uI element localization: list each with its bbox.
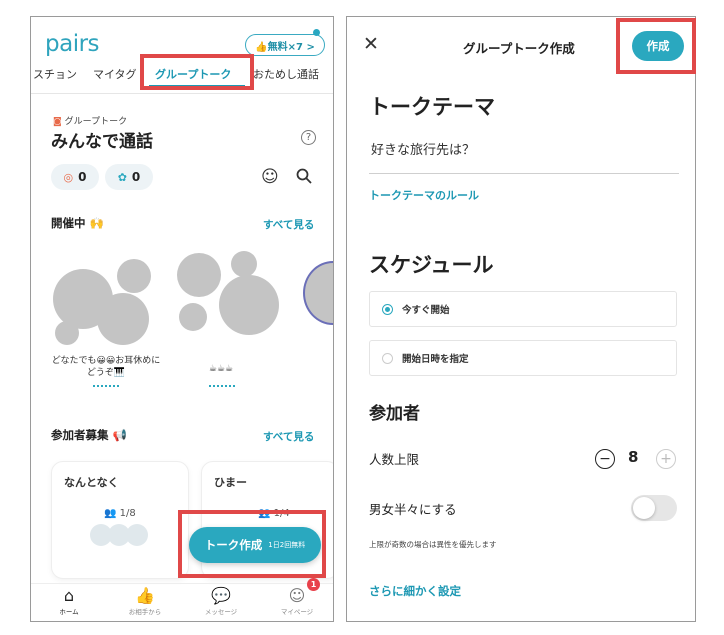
chat-bubble-icon: 💬	[211, 586, 231, 605]
tab-trial-call[interactable]: おためし通話	[253, 66, 319, 82]
room-indicator	[209, 385, 235, 387]
topic-heading: トークテーマ	[369, 95, 495, 119]
note-text: 上限が奇数の場合は異性を優先します	[369, 540, 497, 549]
room-caption: ☕☕☕	[208, 364, 234, 374]
topic-rules-link[interactable]: トークテーマのルール	[369, 187, 479, 203]
mic-count-chip[interactable]: ◎ 0	[51, 164, 99, 190]
topic-input[interactable]: 好きな旅行先は？	[371, 139, 475, 158]
highlight-create-button	[616, 18, 696, 74]
avatar	[97, 293, 149, 345]
divider	[31, 93, 333, 94]
option-label: 開始日時を指定	[402, 354, 469, 365]
nav-likes[interactable]: 👍 お相手から	[115, 586, 175, 616]
schedule-heading: スケジュール	[369, 253, 494, 277]
radio-selected[interactable]	[382, 304, 393, 315]
see-all-live-link[interactable]: すべて見る	[263, 217, 314, 232]
room-caption: どなたでも😀😀お耳休めにどうぞ🎹	[51, 356, 161, 378]
listener-icon: ✿	[117, 170, 127, 184]
toggle-knob	[633, 497, 655, 519]
decrease-button[interactable]: −	[595, 449, 615, 469]
notification-dot	[313, 29, 320, 36]
more-settings-link[interactable]: さらに細かく設定	[369, 583, 461, 599]
listener-count-chip[interactable]: ✿ 0	[105, 164, 153, 190]
page-title: みんなで通話	[51, 132, 153, 152]
create-group-talk-screen: ✕ グループトーク作成 作成 トークテーマ 好きな旅行先は？ トークテーマのルー…	[346, 16, 696, 622]
input-underline	[369, 173, 679, 174]
highlight-create-talk	[178, 510, 326, 578]
highlight-tab-group-talk	[140, 54, 254, 90]
recruit-heading: 参加者募集 📢	[51, 428, 127, 442]
specify-date-option[interactable]: 開始日時を指定	[369, 340, 677, 376]
room-indicator	[93, 385, 119, 387]
recruit-card-1[interactable]: なんとなく 👥 1/8	[51, 461, 189, 579]
free-count-button[interactable]: 👍無料×7 >	[245, 34, 325, 56]
avatar	[219, 275, 279, 335]
close-icon[interactable]: ✕	[363, 33, 379, 55]
avatar	[231, 251, 257, 277]
avatar	[55, 321, 79, 345]
radio-unselected[interactable]	[382, 353, 393, 364]
thumbs-up-icon: 👍	[135, 586, 155, 605]
limit-value: 8	[628, 448, 639, 466]
screen-title: グループトーク作成	[463, 41, 575, 56]
gender-balance-toggle[interactable]	[631, 495, 677, 521]
avatar	[117, 259, 151, 293]
people-icon: 👥	[104, 508, 117, 519]
mic-icon: ◎	[63, 170, 74, 184]
tab-mytag[interactable]: マイタグ	[93, 66, 137, 82]
tab-question[interactable]: スチョン	[33, 66, 77, 82]
option-label: 今すぐ開始	[402, 305, 450, 316]
increase-button[interactable]: +	[656, 449, 676, 469]
help-icon[interactable]: ?	[301, 130, 316, 145]
live-heading: 開催中 🙌	[51, 216, 104, 230]
participants-heading: 参加者	[369, 404, 420, 424]
pairs-logo: pairs	[45, 31, 100, 57]
nav-home[interactable]: ⌂ ホーム	[39, 586, 99, 616]
gender-balance-label: 男女半々にする	[369, 502, 457, 517]
bottom-navigation: ⌂ ホーム 👍 お相手から 💬 メッセージ ☺ マイページ	[31, 583, 333, 621]
avatar	[177, 253, 221, 297]
home-icon: ⌂	[63, 586, 75, 605]
group-talk-label: ◙ グループトーク	[53, 117, 128, 127]
avatar	[179, 303, 207, 331]
card-title: なんとなく	[64, 476, 119, 489]
limit-label: 人数上限	[369, 452, 420, 467]
search-icon[interactable]	[296, 168, 312, 184]
group-talk-icon: ◙	[53, 117, 62, 127]
participant-count: 👥 1/8	[104, 508, 136, 519]
see-all-recruit-link[interactable]: すべて見る	[263, 429, 314, 444]
nav-messages[interactable]: 💬 メッセージ	[191, 586, 251, 616]
live-room-3-avatar[interactable]	[303, 261, 333, 325]
card-title: ひまー	[214, 476, 247, 489]
start-now-option[interactable]: 今すぐ開始	[369, 291, 677, 327]
notification-badge: 1	[307, 578, 320, 591]
nav-mypage[interactable]: ☺ マイページ	[267, 586, 327, 616]
avatar	[126, 524, 148, 546]
smile-icon[interactable]: ☺	[261, 167, 279, 187]
